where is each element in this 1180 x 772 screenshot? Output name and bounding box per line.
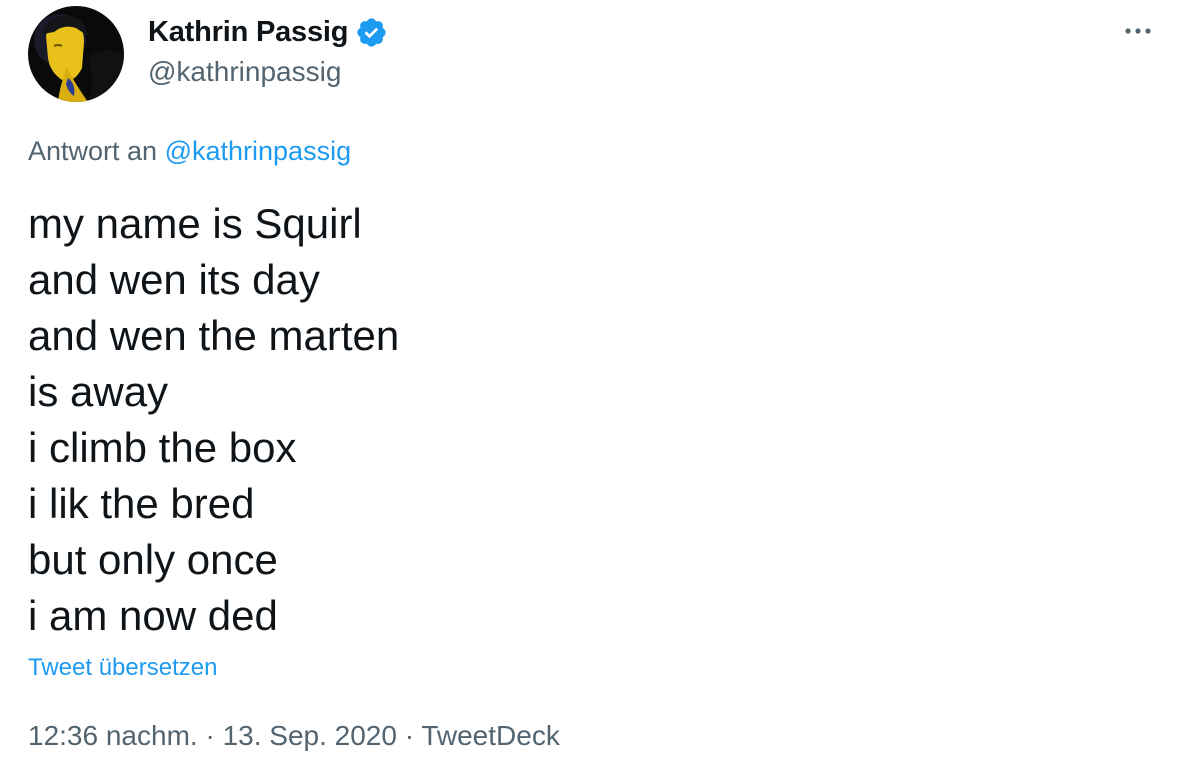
author-handle[interactable]: @kathrinpassig <box>148 56 341 88</box>
tweet-metadata: 12:36 nachm. · 13. Sep. 2020 · TweetDeck <box>28 720 560 752</box>
tweet-text-line: i lik the bred <box>28 480 255 527</box>
tweet-text-line: is away <box>28 368 169 415</box>
more-options-button[interactable] <box>1120 16 1160 46</box>
author-display-name[interactable]: Kathrin Passig <box>148 16 348 49</box>
tweet-text-line: i climb the box <box>28 424 297 471</box>
tweet-text-line: but only once <box>28 536 278 583</box>
tweet-text-line: my name is Squirl <box>28 200 362 247</box>
tweet-text-line: and wen the marten <box>28 312 400 359</box>
translate-tweet-link[interactable]: Tweet übersetzen <box>28 654 217 682</box>
more-horizontal-icon <box>1125 28 1151 34</box>
author-name-row: Kathrin Passig <box>148 14 388 50</box>
tweet-text-line: and wen its day <box>28 256 320 303</box>
tweet-date-link[interactable]: 13. Sep. 2020 <box>223 720 397 751</box>
verified-badge-icon <box>355 16 388 49</box>
avatar-image <box>28 6 124 102</box>
meta-separator: · <box>205 720 215 751</box>
tweet-time-link[interactable]: 12:36 nachm. <box>28 720 198 751</box>
reply-prefix: Antwort an <box>28 136 158 166</box>
tweet: Kathrin Passig @kathrinpassig Antwort an… <box>0 0 1180 772</box>
meta-separator: · <box>404 720 415 751</box>
author-avatar[interactable] <box>28 6 124 102</box>
tweet-source-link[interactable]: TweetDeck <box>421 720 560 751</box>
reply-context: Antwort an @kathrinpassig <box>28 136 351 167</box>
tweet-text-line: i am now ded <box>28 592 278 639</box>
reply-mention-link[interactable]: @kathrinpassig <box>165 136 352 166</box>
tweet-text: my name is Squirl and wen its day and we… <box>28 196 399 644</box>
